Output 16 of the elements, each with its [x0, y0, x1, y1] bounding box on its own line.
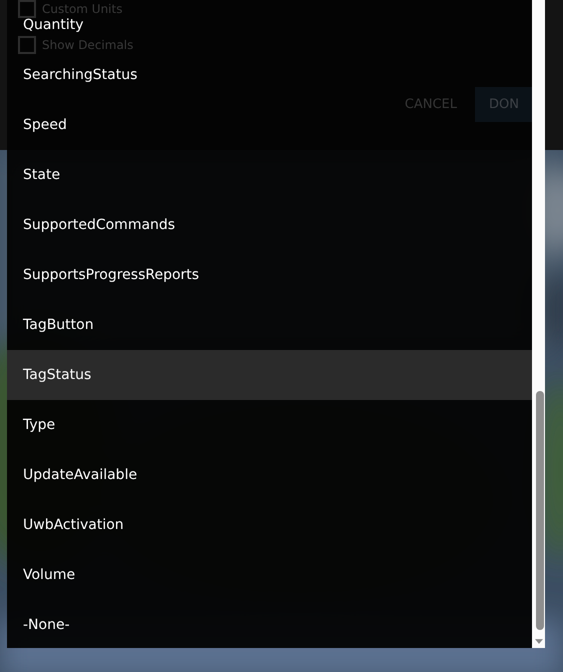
- scroll-down-arrow-icon[interactable]: [535, 639, 543, 644]
- dropdown-item[interactable]: SearchingStatus: [23, 67, 138, 83]
- dropdown-item[interactable]: UwbActivation: [23, 517, 124, 533]
- dropdown-item[interactable]: -None-: [23, 617, 70, 633]
- dropdown-item[interactable]: State: [23, 167, 60, 183]
- dropdown-item[interactable]: Type: [23, 417, 56, 433]
- scrollbar[interactable]: [532, 0, 545, 648]
- dropdown-item[interactable]: SupportedCommands: [23, 217, 176, 233]
- dropdown-item[interactable]: TagStatus: [23, 367, 92, 383]
- dropdown-item[interactable]: Quantity: [23, 17, 84, 33]
- dropdown-item[interactable]: Speed: [23, 117, 67, 133]
- dropdown-item[interactable]: SupportsProgressReports: [23, 267, 200, 283]
- dropdown-item[interactable]: Volume: [23, 567, 76, 583]
- scrollbar-thumb[interactable]: [536, 391, 544, 630]
- dropdown-item[interactable]: TagButton: [23, 317, 94, 333]
- dropdown-item[interactable]: UpdateAvailable: [23, 467, 138, 483]
